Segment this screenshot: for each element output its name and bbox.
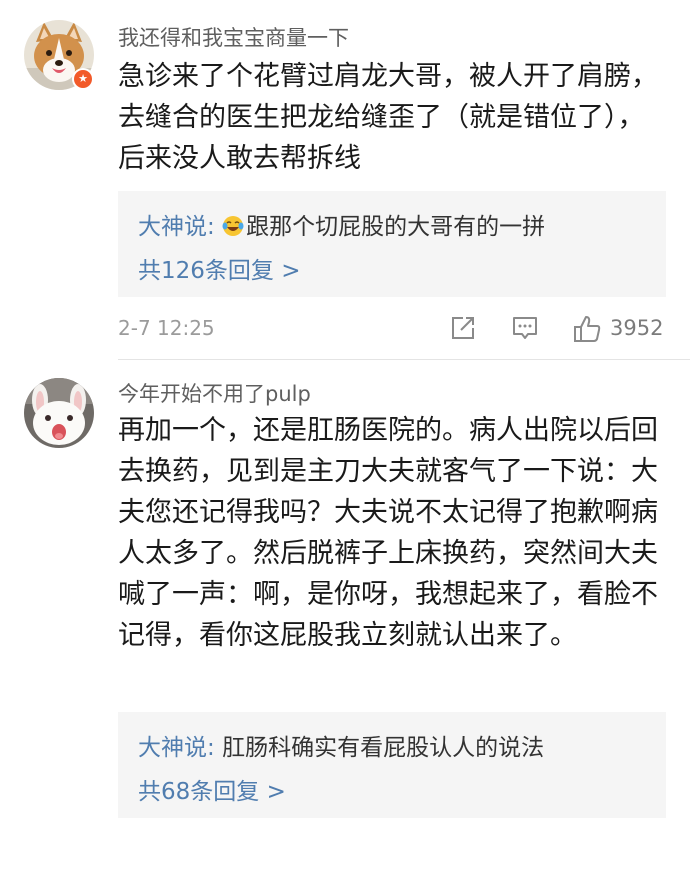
top-reply: 大神说: 跟那个切屁股的大哥有的一拼 — [138, 207, 545, 241]
comment-text: 急诊来了个花臂过肩龙大哥，被人开了肩膀，去缝合的医生把龙给缝歪了（就是错位了），… — [118, 61, 658, 174]
reply-text: 跟那个切屁股的大哥有的一拼 — [246, 214, 546, 240]
rabbit-avatar-image — [24, 378, 94, 448]
comment-item: ★ 我还得和我宝宝商量一下 急诊来了个花臂过肩龙大哥，被人开了肩膀，去缝合的医生… — [0, 0, 690, 360]
top-reply: 大神说: 肛肠科确实有看屁股认人的说法 — [138, 728, 544, 762]
laughing-tears-emoji — [222, 216, 244, 236]
comment-icon[interactable] — [511, 314, 539, 342]
share-icon[interactable] — [449, 314, 477, 342]
thumbs-up-icon[interactable] — [572, 314, 602, 344]
username[interactable]: 我还得和我宝宝商量一下 — [118, 22, 349, 52]
reply-text: 肛肠科确实有看屁股认人的说法 — [222, 735, 545, 761]
comment-item: 今年开始不用了pulp 再加一个，还是肛肠医院的。病人出院以后回去换药，见到是主… — [0, 360, 690, 883]
comment-text: 再加一个，还是肛肠医院的。病人出院以后回去换药，见到是主刀大夫就客气了一下说：大… — [118, 415, 658, 651]
reply-author[interactable]: 大神说 — [138, 214, 207, 240]
reply-count-link[interactable]: 共126条回复 > — [138, 251, 300, 285]
avatar[interactable] — [24, 378, 94, 448]
username[interactable]: 今年开始不用了pulp — [118, 378, 311, 408]
reply-separator: : — [207, 214, 215, 240]
comment-meta: 2-7 12:25 3952 — [118, 314, 666, 344]
vip-badge-icon: ★ — [72, 68, 94, 90]
timestamp: 2-7 12:25 — [118, 316, 215, 340]
reply-author[interactable]: 大神说 — [138, 735, 207, 761]
reply-separator: : — [207, 735, 215, 761]
reply-preview[interactable]: 大神说: 肛肠科确实有看屁股认人的说法 共68条回复 > — [118, 712, 666, 818]
like-count: 3952 — [610, 316, 664, 340]
reply-count-link[interactable]: 共68条回复 > — [138, 772, 286, 806]
reply-preview[interactable]: 大神说: 跟那个切屁股的大哥有的一拼 共126条回复 > — [118, 191, 666, 297]
